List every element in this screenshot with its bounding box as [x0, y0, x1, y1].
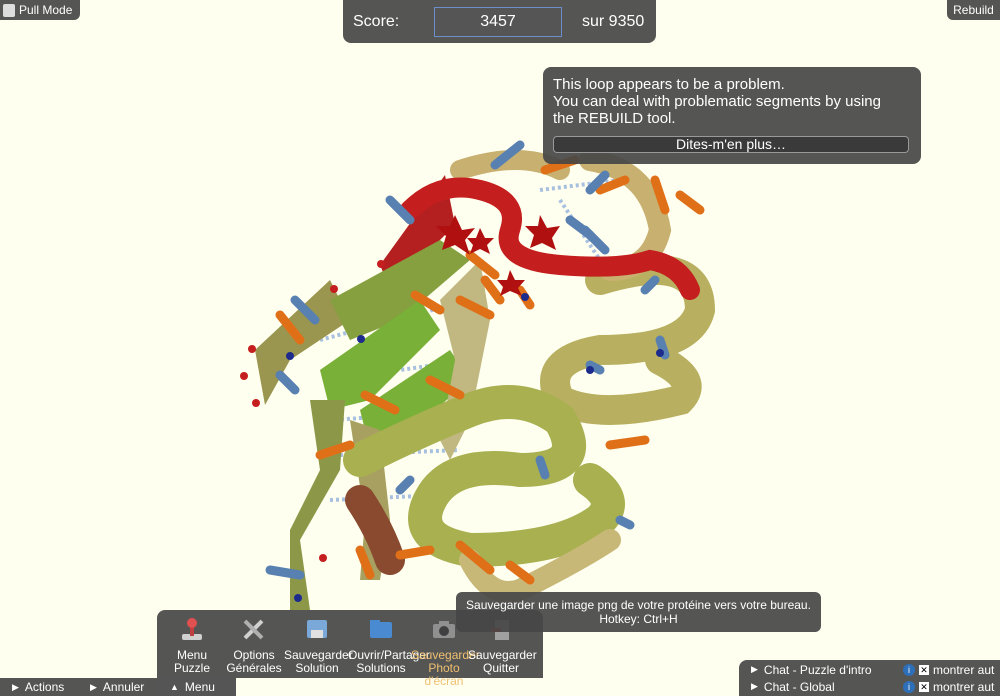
menu-button[interactable]: ▲ Menu	[158, 678, 236, 696]
tool-label-2: Quitter	[482, 661, 519, 675]
chat-panel: ▶ Chat - Puzzle d'intro i ✕ montrer aut …	[739, 660, 1000, 696]
chat-tab-label: Chat - Puzzle d'intro	[763, 662, 872, 677]
info-icon[interactable]: i	[903, 663, 915, 676]
tell-me-more-button[interactable]: Dites-m'en plus…	[553, 136, 909, 153]
tooltip-line-1: Sauvegarder une image png de votre proté…	[466, 598, 811, 612]
chat-show-control[interactable]: i ✕ montrer aut	[903, 661, 994, 678]
show-label: montrer aut	[933, 679, 995, 694]
play-arrow-icon: ▶	[90, 681, 97, 692]
undo-label: Annuler	[102, 680, 145, 694]
menu-label: Menu	[184, 680, 215, 694]
actions-button[interactable]: ▶ Actions	[0, 678, 78, 696]
pull-mode-label: Pull Mode	[19, 3, 73, 17]
tip-line-1: This loop appears to be a problem.	[553, 76, 785, 93]
tip-line-2: You can deal with problematic segments b…	[553, 93, 881, 110]
pull-mode-button[interactable]: Pull Mode	[0, 0, 80, 20]
show-label: montrer aut	[933, 662, 995, 677]
up-arrow-icon: ▲	[170, 682, 179, 692]
folder-icon	[370, 620, 392, 638]
chat-show-control[interactable]: i ✕ montrer aut	[903, 678, 994, 695]
save-icon	[307, 620, 327, 638]
tool-label-2: Générales	[226, 661, 282, 675]
score-value: 3457	[480, 12, 516, 30]
open-share-button[interactable]: Ouvrir/Partager Solutions	[348, 616, 430, 675]
joystick-icon	[182, 618, 202, 640]
tool-label-2: Solutions	[356, 661, 406, 675]
camera-icon	[433, 621, 455, 638]
play-arrow-icon: ▶	[12, 681, 19, 692]
save-solution-button[interactable]: Sauvegarder Solution	[284, 616, 353, 675]
undo-button[interactable]: ▶ Annuler	[78, 678, 158, 696]
tip-line-3: the REBUILD tool.	[553, 110, 676, 127]
screenshot-tooltip: Sauvegarder une image png de votre proté…	[456, 592, 821, 632]
score-panel: Score: 3457 sur 9350	[343, 0, 656, 43]
bottom-bar: ▶ Actions ▶ Annuler ▲ Menu	[0, 678, 236, 696]
info-icon[interactable]: i	[903, 680, 915, 693]
score-value-box: 3457	[434, 6, 562, 37]
chat-tab-puzzle[interactable]: ▶ Chat - Puzzle d'intro	[751, 661, 872, 678]
tools-icon	[243, 619, 264, 640]
tool-label-2: Puzzle	[173, 661, 211, 675]
tool-label-2: Solution	[295, 661, 339, 675]
checkbox[interactable]: ✕	[919, 681, 929, 692]
rebuild-label: Rebuild	[953, 3, 994, 17]
score-total: sur 9350	[582, 12, 645, 30]
score-label: Score:	[353, 12, 400, 30]
checkbox[interactable]: ✕	[919, 664, 929, 675]
rebuild-button[interactable]: Rebuild	[947, 0, 1000, 20]
menu-puzzle-button[interactable]: Menu Puzzle	[159, 616, 225, 675]
tip-popup: This loop appears to be a problem. You c…	[543, 67, 921, 164]
pull-mode-icon	[3, 3, 15, 17]
chat-tab-global[interactable]: ▶ Chat - Global	[751, 678, 835, 695]
general-options-button[interactable]: Options Générales	[221, 616, 287, 675]
chat-tab-label: Chat - Global	[763, 679, 835, 694]
play-arrow-icon: ▶	[751, 681, 758, 691]
actions-label: Actions	[24, 680, 65, 694]
tooltip-line-2: Hotkey: Ctrl+H	[599, 612, 678, 626]
play-arrow-icon: ▶	[751, 664, 758, 674]
